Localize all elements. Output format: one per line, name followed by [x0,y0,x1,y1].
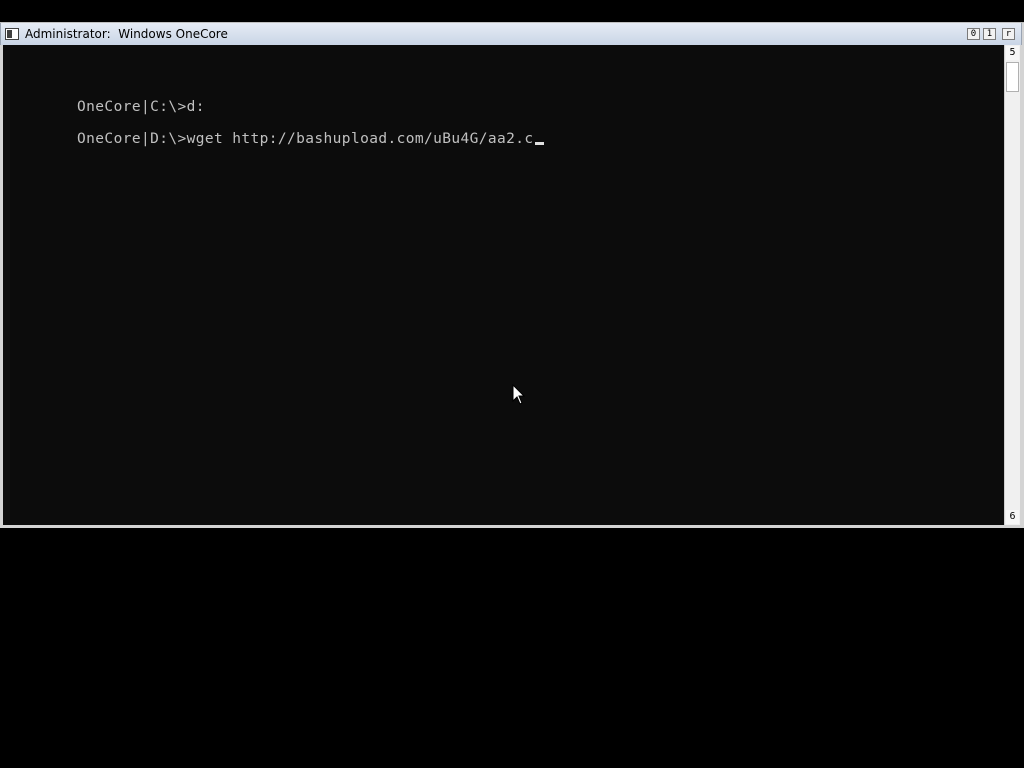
desktop: Administrator: Windows OneCore 0 1 r One… [0,0,1024,768]
window-title: Administrator: Windows OneCore [25,27,228,41]
vertical-scrollbar[interactable]: 5 6 [1004,45,1020,525]
console-output[interactable]: OneCore|C:\>d: OneCore|D:\>wget http://b… [3,45,1004,525]
console-window[interactable]: Administrator: Windows OneCore 0 1 r One… [0,22,1024,528]
text-cursor [534,142,544,145]
minimize-button[interactable]: 0 [967,28,980,40]
close-button[interactable]: r [1002,28,1015,40]
scroll-up-button[interactable]: 5 [1006,46,1019,60]
scroll-down-button[interactable]: 6 [1006,510,1019,524]
title-bar[interactable]: Administrator: Windows OneCore 0 1 r [0,23,1022,45]
mouse-pointer-icon [512,384,526,405]
console-command-text: OneCore|D:\>wget http://bashupload.com/u… [77,131,534,147]
console-line-text: OneCore|C:\>d: [77,99,205,115]
console-input-line[interactable]: OneCore|D:\>wget http://bashupload.com/u… [4,115,544,163]
maximize-button[interactable]: 1 [983,28,996,40]
console-window-icon[interactable] [5,28,19,40]
scroll-thumb[interactable] [1006,62,1019,92]
